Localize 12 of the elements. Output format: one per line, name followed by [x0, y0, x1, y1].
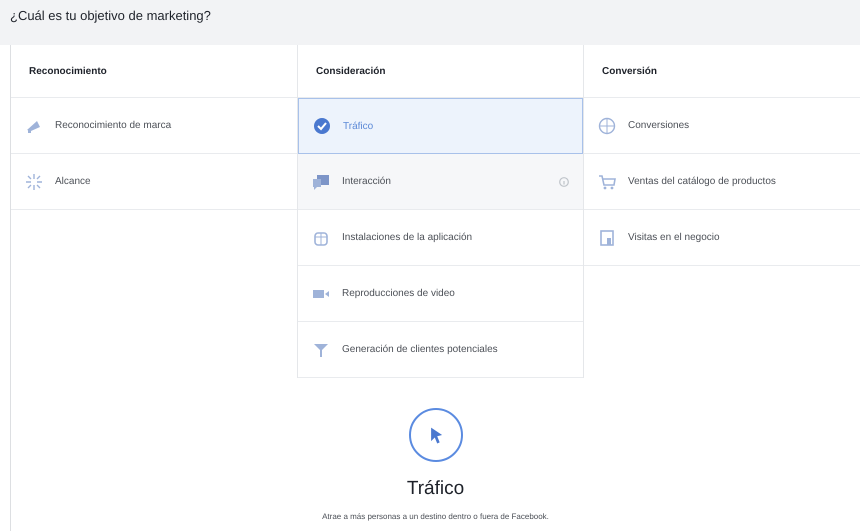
objective-option[interactable]: Interacción — [298, 154, 583, 210]
check-circle-icon — [313, 117, 331, 135]
globe-icon — [598, 116, 616, 134]
objective-description: Atrae a más personas a un destino dentro o fuera de Facebook. — [322, 512, 549, 521]
info-icon — [559, 176, 569, 186]
page-title: ¿Cuál es tu objetivo de marketing? — [10, 8, 211, 23]
burst-icon — [25, 172, 43, 190]
cart-icon — [598, 172, 616, 190]
objective-title: Tráfico — [406, 478, 464, 500]
cursor-circle-icon — [408, 408, 462, 462]
storefront-icon — [598, 228, 616, 246]
chat-icon — [312, 172, 330, 190]
